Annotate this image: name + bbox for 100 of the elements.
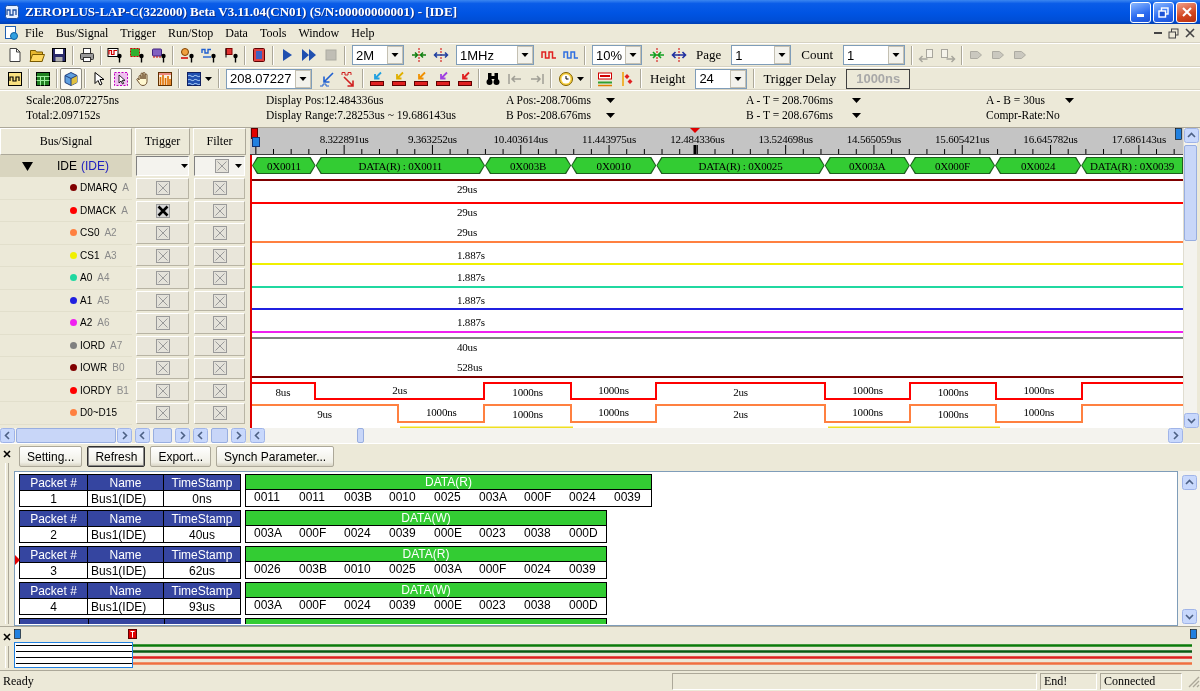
overview-viewport[interactable]: [14, 642, 133, 668]
menu-item[interactable]: Run/Stop: [161, 25, 220, 41]
dropdown-arrow-icon[interactable]: [1065, 97, 1074, 103]
scroll-thumb[interactable]: [153, 428, 172, 443]
dropdown-arrow-icon[interactable]: [181, 164, 188, 168]
cursor-flag-icon[interactable]: [1175, 128, 1182, 140]
signal-name[interactable]: IORD: [80, 339, 105, 351]
scroll-left-icon[interactable]: [0, 428, 15, 443]
dropdown-combo[interactable]: 1: [731, 45, 792, 65]
diamonds-icon[interactable]: [619, 70, 635, 87]
filter-toggle[interactable]: [194, 313, 245, 334]
vertical-scrollbar[interactable]: [1183, 128, 1197, 428]
marker-bar-icon[interactable]: [369, 70, 385, 87]
filter-combo[interactable]: [194, 156, 245, 176]
scroll-thumb[interactable]: [357, 428, 364, 443]
flag-pin-icon[interactable]: [223, 47, 239, 63]
restore-button[interactable]: [1153, 1, 1174, 23]
scroll-right-icon[interactable]: [117, 428, 132, 443]
trigger-toggle[interactable]: [136, 223, 189, 244]
scroll-thumb[interactable]: [1184, 145, 1197, 241]
clock-icon[interactable]: [558, 70, 574, 87]
filter-toggle[interactable]: [194, 403, 245, 424]
menu-item[interactable]: Data: [219, 25, 254, 41]
cursor-flags-icon[interactable]: [251, 128, 262, 148]
bar-chart-icon[interactable]: [157, 70, 173, 87]
dropdown-arrow-icon[interactable]: [852, 97, 861, 103]
menu-item[interactable]: Help: [345, 25, 381, 41]
filter-toggle[interactable]: [194, 290, 245, 311]
signal-name[interactable]: CS0: [80, 227, 100, 239]
filter-toggle[interactable]: [194, 335, 245, 356]
pointer-icon[interactable]: [91, 70, 107, 87]
dropdown-combo[interactable]: 10%: [592, 45, 642, 65]
signal-name[interactable]: D0~D15: [80, 407, 117, 419]
horizontal-scrollbar[interactable]: [250, 428, 1183, 443]
dropdown-arrow-icon[interactable]: [852, 112, 861, 118]
filter-toggle[interactable]: [194, 178, 245, 199]
signal-name[interactable]: DMARQ: [80, 182, 118, 194]
trigger-toggle[interactable]: [136, 245, 189, 266]
vertical-scrollbar[interactable]: [1178, 471, 1200, 626]
dropdown-arrow-icon[interactable]: [606, 97, 615, 103]
trigger-toggle[interactable]: [136, 380, 189, 401]
trigger-flag-icon[interactable]: [128, 629, 137, 639]
scroll-down-icon[interactable]: [1181, 609, 1197, 624]
filter-toggle[interactable]: [194, 245, 245, 266]
dropdown-combo[interactable]: 1MHz: [456, 45, 534, 65]
caret-down-icon[interactable]: [205, 76, 212, 81]
panel-button[interactable]: Export...: [150, 446, 212, 467]
minimize-button[interactable]: [1130, 1, 1151, 23]
trigger-toggle[interactable]: [136, 268, 189, 289]
menu-item[interactable]: Bus/Signal: [49, 25, 115, 41]
down-left-arrow-icon[interactable]: [319, 70, 335, 87]
chip-pin-icon[interactable]: [151, 47, 167, 63]
dropdown-combo[interactable]: 208.07227: [226, 68, 312, 89]
scroll-left-icon[interactable]: [135, 428, 150, 443]
horizontal-scrollbar[interactable]: [0, 428, 132, 443]
trigger-toggle[interactable]: [136, 178, 189, 199]
horizontal-scrollbar[interactable]: [193, 428, 246, 443]
trigger-toggle[interactable]: [136, 358, 189, 379]
filter-toggle[interactable]: [194, 358, 245, 379]
filter-toggle[interactable]: [194, 223, 245, 244]
wave-pin-icon[interactable]: [201, 47, 217, 63]
scroll-down-icon[interactable]: [1184, 413, 1199, 428]
menu-item[interactable]: Window: [292, 25, 346, 41]
scroll-thumb[interactable]: [211, 428, 228, 443]
trigger-toggle[interactable]: [136, 200, 189, 221]
scroll-up-icon[interactable]: [1181, 475, 1197, 490]
signal-name[interactable]: CS1: [80, 249, 100, 261]
card-icon[interactable]: [251, 47, 267, 63]
resize-grip-icon[interactable]: [1186, 674, 1200, 688]
marker-bar-icon[interactable]: [435, 70, 451, 87]
wave-grid-icon[interactable]: [186, 70, 202, 87]
hand-icon[interactable]: [135, 70, 151, 87]
arrows-outward-icon[interactable]: [433, 47, 449, 63]
signal-name[interactable]: DMACK: [80, 204, 117, 216]
menu-item[interactable]: Tools: [253, 25, 293, 41]
folder-icon[interactable]: [29, 47, 45, 63]
trigger-toggle[interactable]: [136, 313, 189, 334]
restore-icon[interactable]: [1168, 27, 1179, 39]
marker-bar-icon[interactable]: [391, 70, 407, 87]
zoom-out-arrows-icon[interactable]: [671, 47, 687, 63]
marker-bar-icon[interactable]: [457, 70, 473, 87]
scroll-right-icon[interactable]: [175, 428, 190, 443]
cursor-flag-icon[interactable]: [1190, 629, 1197, 639]
marker-bar-icon[interactable]: [413, 70, 429, 87]
trigger-combo[interactable]: [136, 156, 189, 176]
signal-name[interactable]: A2: [80, 317, 93, 329]
striped-bars-icon[interactable]: [597, 70, 613, 87]
scroll-thumb[interactable]: [16, 428, 116, 443]
new-document-icon[interactable]: [7, 47, 23, 63]
filter-toggle[interactable]: [194, 200, 245, 221]
dropdown-arrow-icon[interactable]: [606, 112, 615, 118]
dropdown-combo[interactable]: 1: [843, 45, 906, 65]
signal-name[interactable]: A1: [80, 294, 93, 306]
scroll-left-icon[interactable]: [193, 428, 208, 443]
trigger-toggle[interactable]: [136, 335, 189, 356]
panel-button[interactable]: Refresh: [87, 446, 146, 467]
menu-item[interactable]: File: [19, 25, 50, 41]
scroll-up-icon[interactable]: [1184, 128, 1199, 143]
dropdown-arrow-icon[interactable]: [235, 164, 242, 168]
signal-name[interactable]: IORDY: [80, 384, 112, 396]
